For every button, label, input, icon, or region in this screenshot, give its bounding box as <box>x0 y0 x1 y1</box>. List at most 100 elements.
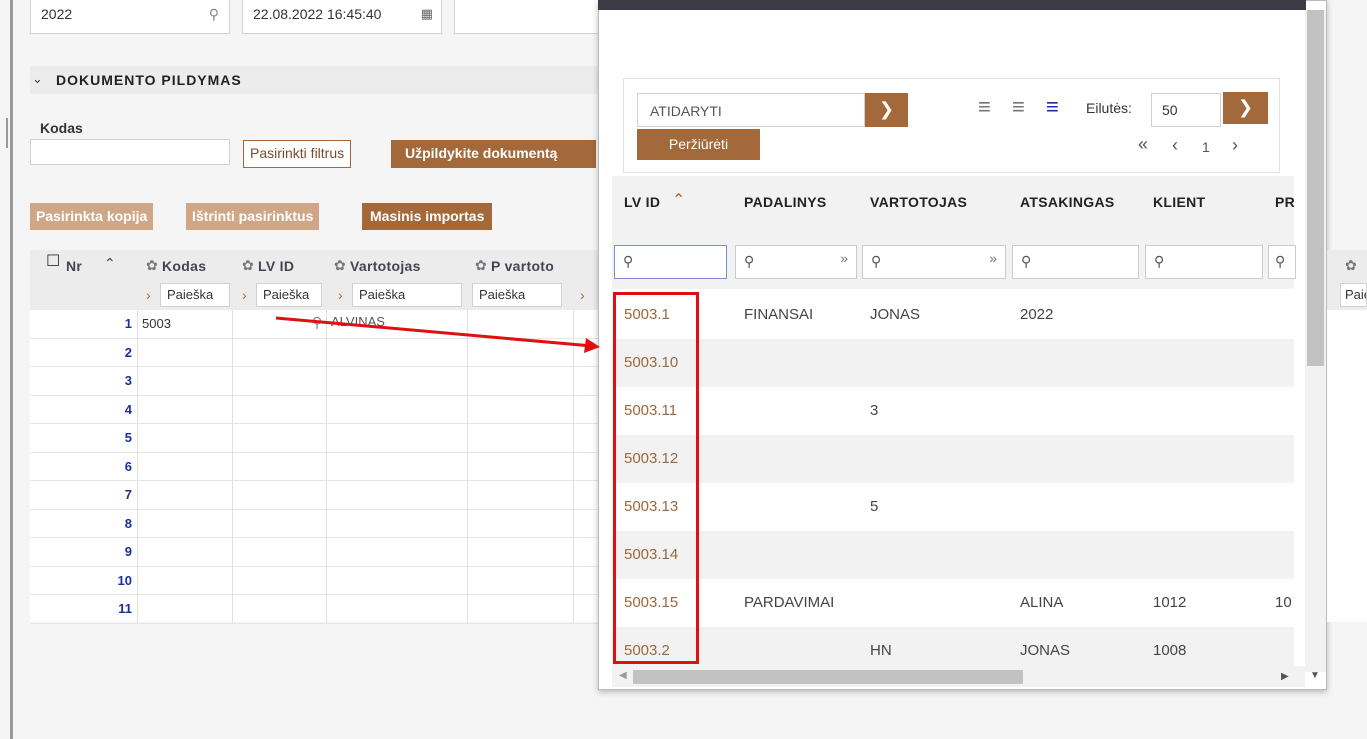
table-row[interactable] <box>612 579 1294 627</box>
grid-cell[interactable] <box>574 367 600 396</box>
mass-import-button[interactable]: Masinis importas <box>362 203 493 230</box>
klient-filter-input[interactable]: ⚲ <box>1145 245 1263 279</box>
sort-asc-icon[interactable]: ⌃ <box>104 255 116 272</box>
col-kodas-header[interactable]: Kodas <box>162 258 206 274</box>
grid-cell[interactable] <box>327 395 468 424</box>
double-chevron-icon[interactable]: » <box>840 250 848 266</box>
grid-cell[interactable] <box>468 566 574 595</box>
grid-cell[interactable] <box>138 538 233 567</box>
kodas-cell[interactable]: 5003 <box>142 316 171 331</box>
grid-cell[interactable] <box>468 395 574 424</box>
list-medium-icon[interactable]: ≡ <box>1012 94 1025 120</box>
grid-cell[interactable] <box>468 481 574 510</box>
grid-cell[interactable] <box>327 452 468 481</box>
table-row[interactable] <box>612 339 1294 387</box>
col-pvartoto-header[interactable]: P vartoto <box>491 258 554 274</box>
scroll-down-arrow-icon[interactable]: ▼ <box>1310 670 1320 681</box>
select-all-checkbox[interactable]: ☐ <box>46 251 60 271</box>
grid-cell[interactable] <box>574 509 600 538</box>
double-chevron-icon[interactable]: » <box>989 250 997 266</box>
vartotojas-search[interactable]: Paieška <box>352 283 462 307</box>
rows-per-page-input[interactable]: 50 <box>1151 93 1221 127</box>
lvid-filter-input[interactable]: ⚲ <box>614 245 727 279</box>
right-edge-search[interactable]: Paie <box>1340 283 1367 307</box>
lvid-search[interactable]: Paieška <box>256 283 322 307</box>
grid-cell[interactable] <box>233 395 327 424</box>
grid-cell[interactable] <box>233 367 327 396</box>
page-number[interactable]: 1 <box>1202 139 1210 155</box>
view-button[interactable]: Peržiūrėti <box>637 129 760 160</box>
pvartoto-search[interactable]: Paieška <box>472 283 562 307</box>
grid-cell[interactable] <box>327 367 468 396</box>
table-row[interactable] <box>612 531 1294 579</box>
col-atsakingas-header[interactable]: ATSAKINGAS <box>1020 194 1115 210</box>
table-row[interactable] <box>612 483 1294 531</box>
scroll-right-arrow-icon[interactable]: ▶ <box>1281 671 1289 682</box>
grid-cell[interactable] <box>574 538 600 567</box>
chevron-down-icon[interactable]: ⌄ <box>32 71 43 87</box>
grid-cell[interactable] <box>468 367 574 396</box>
grid-cell[interactable] <box>327 481 468 510</box>
vartotojas-filter-input[interactable]: ⚲» <box>862 245 1006 279</box>
delete-selected-button[interactable]: Ištrinti pasirinktus <box>186 203 320 230</box>
grid-cell[interactable] <box>138 367 233 396</box>
grid-cell[interactable] <box>233 424 327 453</box>
year-field[interactable]: 2022 ⚲ <box>30 0 230 34</box>
col-pr-header[interactable]: PR <box>1275 194 1295 210</box>
col-lvid-header[interactable]: LV ID <box>258 258 294 274</box>
grid-cell[interactable] <box>574 481 600 510</box>
grid-cell[interactable] <box>574 424 600 453</box>
grid-cell[interactable] <box>233 566 327 595</box>
list-compact-icon[interactable]: ≡ <box>978 94 991 120</box>
col-vartotojas-header[interactable]: Vartotojas <box>350 258 421 274</box>
grid-cell[interactable] <box>468 595 574 624</box>
grid-cell[interactable] <box>468 509 574 538</box>
chevron-right-icon[interactable]: › <box>242 287 247 303</box>
grid-cell[interactable] <box>574 566 600 595</box>
grid-cell[interactable] <box>327 566 468 595</box>
prev-page-icon[interactable]: ‹ <box>1172 135 1178 156</box>
select-filters-button[interactable]: Pasirinkti filtrus <box>243 140 352 168</box>
grid-cell[interactable] <box>233 595 327 624</box>
grid-cell[interactable] <box>327 538 468 567</box>
datetime-field[interactable]: 22.08.2022 16:45:40 ▦ <box>242 0 442 34</box>
col-padalinys-header[interactable]: PADALINYS <box>744 194 827 210</box>
grid-cell[interactable] <box>138 338 233 367</box>
grid-cell[interactable] <box>327 509 468 538</box>
grid-cell[interactable] <box>574 452 600 481</box>
grid-cell[interactable] <box>233 481 327 510</box>
popup-vertical-scroll-thumb[interactable] <box>1307 10 1324 366</box>
chevron-right-icon[interactable]: › <box>146 287 151 303</box>
list-wide-icon[interactable]: ≡ <box>1046 94 1059 120</box>
chevron-right-icon[interactable]: › <box>580 287 585 303</box>
scroll-left-arrow-icon[interactable]: ◀ <box>619 670 627 681</box>
grid-cell[interactable] <box>468 452 574 481</box>
grid-cell[interactable] <box>138 395 233 424</box>
grid-cell[interactable] <box>138 481 233 510</box>
popup-horizontal-scroll-thumb[interactable] <box>633 670 1023 684</box>
col-lvid-header[interactable]: LV ID <box>624 194 660 210</box>
table-row[interactable] <box>612 291 1294 339</box>
table-row[interactable] <box>612 387 1294 435</box>
fill-document-button[interactable]: Užpildykite dokumentą <box>391 140 596 168</box>
go-arrow-button[interactable]: ❯ <box>865 93 908 127</box>
grid-cell[interactable] <box>327 595 468 624</box>
chevron-right-icon[interactable]: › <box>338 287 343 303</box>
grid-cell[interactable] <box>468 424 574 453</box>
grid-cell[interactable] <box>138 452 233 481</box>
grid-cell[interactable] <box>138 566 233 595</box>
table-row[interactable] <box>612 435 1294 483</box>
grid-cell[interactable] <box>233 509 327 538</box>
padalinys-filter-input[interactable]: ⚲» <box>735 245 857 279</box>
next-page-icon[interactable]: › <box>1232 135 1238 156</box>
copy-selected-button[interactable]: Pasirinkta kopija <box>30 203 154 230</box>
grid-cell[interactable] <box>574 395 600 424</box>
rows-apply-button[interactable]: ❯ <box>1223 92 1268 124</box>
grid-cell[interactable] <box>233 452 327 481</box>
col-klient-header[interactable]: KLIENT <box>1153 194 1205 210</box>
grid-cell[interactable] <box>327 424 468 453</box>
col-vartotojas-header[interactable]: VARTOTOJAS <box>870 194 967 210</box>
grid-cell[interactable] <box>138 595 233 624</box>
atsakingas-filter-input[interactable]: ⚲ <box>1012 245 1139 279</box>
kodas-input[interactable] <box>30 139 230 165</box>
